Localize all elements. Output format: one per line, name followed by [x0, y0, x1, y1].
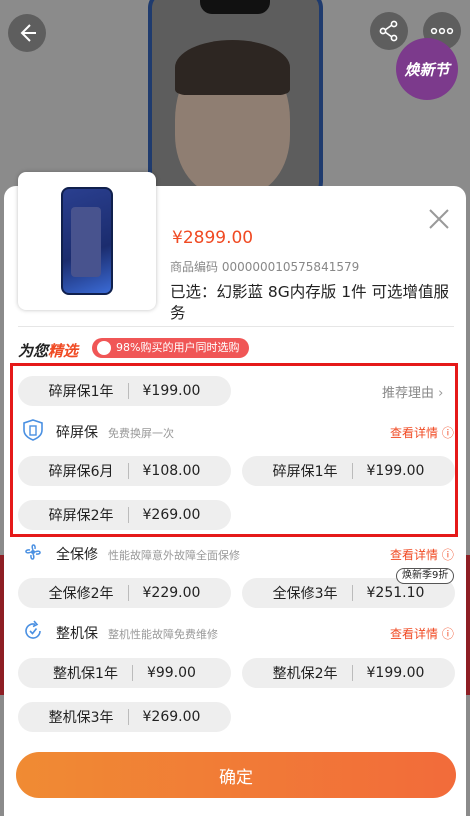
popularity-pill: 98%购买的用户同时选购	[92, 338, 250, 358]
product-code: 商品编码 000000010575841579	[170, 260, 360, 274]
option-price: ¥251.10	[366, 585, 425, 601]
promo-badge[interactable]: 焕新节	[396, 38, 458, 100]
flame-icon	[97, 341, 111, 355]
selected-spec: 已选：幻影蓝 8G内存版 1件 可选增值服务	[170, 283, 450, 322]
option-chip[interactable]: 全保修2年 ¥229.00	[18, 578, 231, 608]
help-icon: ⓘ	[441, 548, 454, 562]
more-icon	[430, 27, 454, 35]
product-price: ¥2899.00	[172, 228, 254, 248]
promo-badge-text: 焕新节	[404, 60, 450, 79]
view-details-link[interactable]: 查看详情 ⓘ	[390, 546, 454, 563]
service-description: 性能故障意外故障全面保修	[108, 549, 240, 562]
service-name: 整机保	[56, 626, 98, 642]
product-thumbnail-image	[61, 187, 113, 295]
option-name: 全保修3年	[272, 586, 338, 602]
chip-separator	[131, 665, 133, 681]
pick-title: 为您精选	[18, 340, 78, 361]
option-chip[interactable]: 整机保1年 ¥99.00	[18, 658, 231, 688]
option-price: ¥269.00	[142, 709, 201, 725]
option-name: 整机保2年	[272, 666, 338, 682]
pick-title-part1: 为您	[18, 342, 49, 360]
option-price: ¥229.00	[142, 585, 201, 601]
hero-phone-notch	[200, 0, 270, 14]
popularity-text: 98%购买的用户同时选购	[116, 341, 240, 354]
confirm-button[interactable]: 确定	[16, 752, 456, 798]
fan-icon	[25, 544, 41, 560]
back-arrow-icon	[20, 24, 36, 42]
back-button[interactable]	[8, 14, 46, 52]
option-price: ¥99.00	[146, 665, 196, 681]
refresh-icon	[25, 620, 41, 639]
option-chip[interactable]: 整机保3年 ¥269.00	[18, 702, 231, 732]
view-details-link[interactable]: 查看详情 ⓘ	[390, 625, 454, 642]
share-icon	[379, 20, 398, 42]
confirm-label: 确定	[219, 767, 253, 788]
service-name: 全保修	[56, 547, 98, 563]
close-icon[interactable]	[424, 204, 454, 234]
product-thumbnail	[18, 172, 156, 310]
highlight-box	[10, 363, 458, 537]
discount-tag: 焕新季9折	[396, 568, 455, 584]
option-name: 整机保3年	[48, 710, 114, 726]
share-button[interactable]	[370, 12, 408, 50]
option-price: ¥199.00	[366, 665, 425, 681]
option-name: 整机保1年	[53, 666, 118, 682]
service-description: 整机性能故障免费维修	[108, 628, 218, 641]
chip-separator	[351, 585, 353, 601]
chip-separator	[127, 709, 129, 725]
chip-separator	[351, 665, 353, 681]
chip-separator	[127, 585, 129, 601]
view-details-text: 查看详情	[390, 627, 439, 641]
option-chip[interactable]: 整机保2年 ¥199.00	[242, 658, 455, 688]
divider	[18, 326, 454, 327]
hero-person-hair	[175, 40, 290, 95]
view-details-text: 查看详情	[390, 548, 439, 562]
help-icon: ⓘ	[441, 627, 454, 641]
pick-title-part2: 精选	[48, 342, 79, 360]
option-name: 全保修2年	[48, 586, 114, 602]
